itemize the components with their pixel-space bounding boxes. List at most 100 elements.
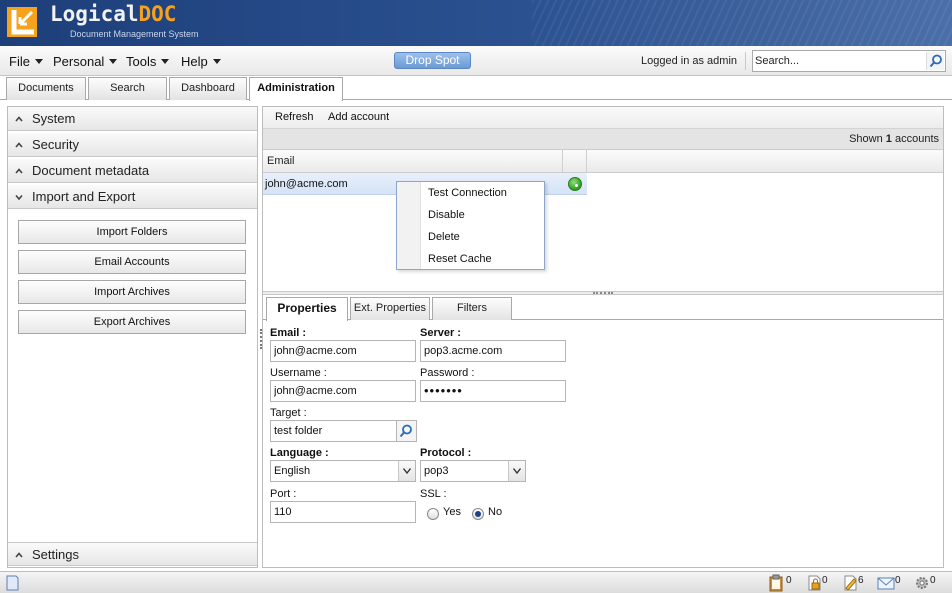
select-folder-button[interactable] [397, 420, 417, 442]
logged-in-user: Logged in as admin [641, 55, 738, 67]
accounts-count: Shown 1 accounts [849, 133, 939, 145]
menu-delete[interactable]: Delete [428, 231, 460, 243]
import-folders-button[interactable]: Import Folders [18, 220, 246, 244]
ssl-no-label: No [488, 506, 503, 518]
section-label: Document metadata [32, 163, 150, 178]
tab-dashboard[interactable]: Dashboard [169, 77, 247, 100]
column-status[interactable] [563, 150, 587, 172]
section-label: System [32, 111, 76, 126]
tasks-gear-icon[interactable] [914, 574, 930, 592]
dropdown-button[interactable] [398, 461, 415, 481]
refresh-button[interactable]: Refresh [275, 111, 314, 123]
menu-file[interactable]: File [9, 54, 43, 69]
export-archives-button[interactable]: Export Archives [18, 310, 246, 334]
chevron-up-icon [15, 116, 23, 122]
section-document-metadata[interactable]: Document metadata [8, 159, 257, 183]
section-settings[interactable]: Settings [8, 542, 257, 566]
username-label: Username : [270, 367, 327, 379]
ssl-no-radio[interactable] [472, 508, 484, 520]
target-label: Target : [270, 407, 307, 419]
clipboard-count: 0 [786, 575, 792, 586]
page-icon[interactable] [4, 574, 20, 592]
tab-administration[interactable]: Administration [249, 77, 343, 101]
email-field[interactable] [270, 340, 416, 362]
port-field[interactable] [270, 501, 416, 523]
section-system[interactable]: System [8, 107, 257, 131]
admin-navigation: System Security Document metadata Import… [7, 106, 258, 568]
ssl-yes-radio[interactable] [427, 508, 439, 520]
tasks-count: 0 [930, 575, 936, 586]
main-tabs: Documents Search Dashboard Administratio… [0, 77, 952, 101]
status-bar: 0 0 6 0 0 [0, 571, 952, 593]
menu-gutter [397, 182, 421, 269]
logo-icon [7, 7, 37, 37]
import-archives-button[interactable]: Import Archives [18, 280, 246, 304]
protocol-value: pop3 [424, 465, 449, 477]
chevron-down-icon [161, 59, 170, 64]
menu-reset-cache[interactable]: Reset Cache [428, 253, 492, 265]
email-accounts-button[interactable]: Email Accounts [18, 250, 246, 274]
target-field[interactable] [270, 420, 397, 442]
chevron-up-icon [15, 142, 23, 148]
menu-help[interactable]: Help [181, 54, 221, 69]
search-icon [929, 54, 942, 68]
chevron-down-icon [34, 59, 43, 64]
menu-personal[interactable]: Personal [53, 54, 118, 69]
logo-subtitle: Document Management System [70, 29, 199, 39]
language-select[interactable]: English [270, 460, 416, 482]
server-field[interactable] [420, 340, 566, 362]
drop-spot-button[interactable]: Drop Spot [394, 52, 471, 69]
detail-tabs: Properties Ext. Properties Filters [263, 295, 943, 321]
menu-divider [745, 52, 746, 70]
dropdown-button[interactable] [508, 461, 525, 481]
splitter-grip[interactable] [593, 292, 613, 294]
chevron-down-icon [403, 468, 411, 474]
tab-properties[interactable]: Properties [266, 297, 348, 321]
search-button[interactable] [926, 52, 944, 70]
section-import-export[interactable]: Import and Export [8, 185, 257, 209]
tab-documents[interactable]: Documents [6, 77, 86, 100]
search-box [752, 50, 946, 72]
chevron-down-icon [212, 59, 221, 64]
logo-title: LogicalDOC [50, 2, 177, 26]
section-security[interactable]: Security [8, 133, 257, 157]
search-icon [399, 424, 412, 438]
tab-filters[interactable]: Filters [432, 297, 512, 320]
section-label: Import and Export [32, 189, 136, 204]
edit-docs-count: 6 [858, 575, 864, 586]
menu-test-connection[interactable]: Test Connection [428, 187, 507, 199]
chevron-down-icon [513, 468, 521, 474]
chevron-down-icon [15, 194, 23, 201]
search-input[interactable] [755, 53, 923, 69]
messages-icon[interactable] [877, 574, 895, 592]
edit-docs-icon[interactable] [842, 574, 858, 592]
tab-ext-properties[interactable]: Ext. Properties [350, 297, 430, 320]
menu-tools[interactable]: Tools [126, 54, 170, 69]
protocol-select[interactable]: pop3 [420, 460, 526, 482]
menu-disable[interactable]: Disable [428, 209, 465, 221]
app-header: LogicalDOC Document Management System [0, 0, 952, 46]
locked-docs-icon[interactable] [806, 574, 822, 592]
language-value: English [274, 465, 311, 477]
email-accounts-panel: Refresh Add account Shown 1 accounts Ema… [260, 106, 944, 568]
count-bar: Shown 1 accounts [263, 129, 943, 150]
locked-docs-count: 0 [822, 575, 828, 586]
chevron-down-icon [109, 59, 118, 64]
column-email[interactable]: Email [263, 150, 563, 172]
enabled-status-icon [568, 177, 582, 191]
section-label: Settings [32, 547, 79, 562]
clipboard-icon[interactable] [768, 574, 784, 592]
username-field[interactable] [270, 380, 416, 402]
password-field[interactable]: ••••••• [420, 380, 566, 402]
toolbar: Refresh Add account [263, 107, 943, 129]
context-menu: Test Connection Disable Delete Reset Cac… [396, 181, 545, 270]
password-label: Password : [420, 367, 475, 379]
section-label: Security [32, 137, 79, 152]
add-account-button[interactable]: Add account [328, 111, 389, 123]
tab-search[interactable]: Search [88, 77, 167, 100]
chevron-up-icon [15, 552, 23, 558]
resize-grip[interactable] [260, 329, 263, 349]
language-label: Language : [270, 447, 329, 459]
chevron-up-icon [15, 168, 23, 174]
protocol-label: Protocol : [420, 447, 472, 459]
